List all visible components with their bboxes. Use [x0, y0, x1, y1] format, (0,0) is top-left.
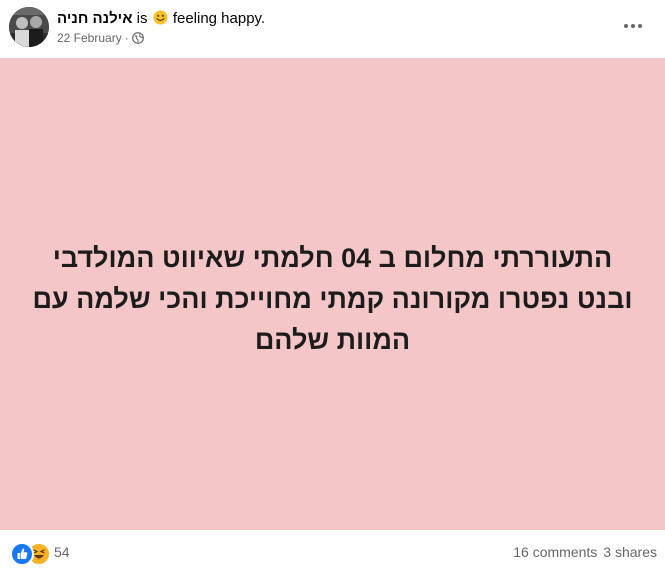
- feeling-text[interactable]: feeling happy.: [173, 10, 265, 27]
- comments-count[interactable]: 16 comments: [513, 544, 597, 560]
- engagement-stats: 16 comments 3 shares: [513, 544, 657, 561]
- more-options-button[interactable]: [621, 14, 645, 38]
- shares-count[interactable]: 3 shares: [603, 544, 657, 560]
- post-meta: 22 February ·: [57, 30, 144, 46]
- post-date[interactable]: 22 February: [57, 31, 122, 45]
- post-footer: 54 16 comments 3 shares: [0, 530, 665, 577]
- post-text: התעוררתי מחלום ב 04 חלמתי שאיווט המולדבי…: [30, 238, 635, 361]
- post-title-line: אילנה חניה is feeling happy.: [57, 9, 265, 28]
- post-text-background[interactable]: התעוררתי מחלום ב 04 חלמתי שאיווט המולדבי…: [0, 58, 665, 530]
- avatar-photo: [9, 7, 49, 47]
- post-text-line: המוות שלהם: [254, 325, 411, 355]
- author-name[interactable]: אילנה חניה: [57, 10, 132, 27]
- is-text: is: [136, 10, 148, 27]
- post-text-line: התעוררתי מחלום ב 04 חלמתי שאיווט המולדבי: [52, 243, 613, 273]
- post-header: אילנה חניה is feeling happy. 22 February…: [0, 0, 665, 58]
- author-avatar[interactable]: [9, 7, 49, 47]
- like-icon: [10, 542, 34, 566]
- reaction-count[interactable]: 54: [54, 544, 70, 561]
- post-text-line: ובנט נפטרו מקורונה קמתי מחוייכת והכי שלמ…: [32, 284, 633, 314]
- meta-separator: ·: [124, 31, 129, 45]
- globe-icon[interactable]: [131, 32, 144, 44]
- smiling-face-icon: [153, 10, 168, 25]
- three-dots-horizontal-icon: [624, 24, 642, 28]
